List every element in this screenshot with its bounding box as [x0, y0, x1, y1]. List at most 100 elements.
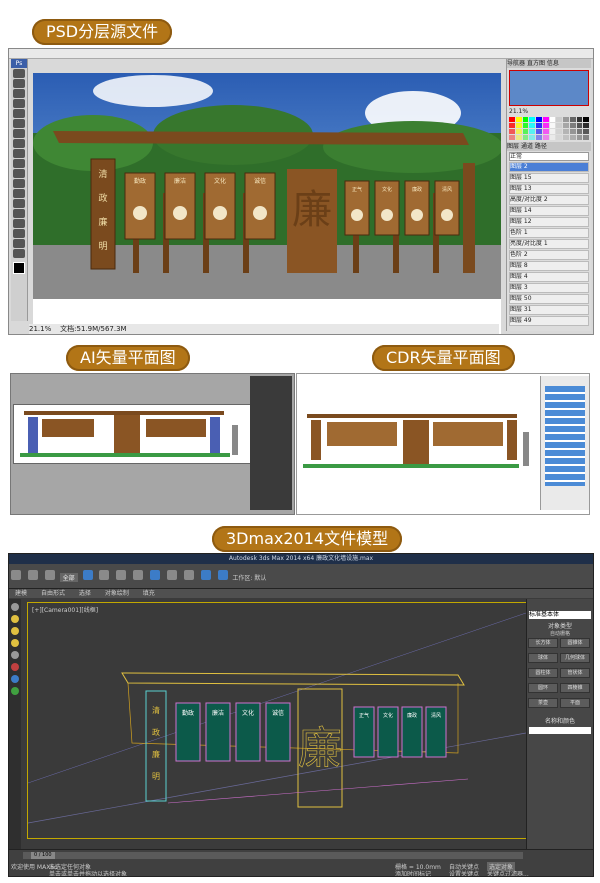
color-swatch[interactable]: [583, 123, 589, 128]
color-swatch[interactable]: [549, 117, 556, 122]
primitive-button[interactable]: 圆环: [528, 683, 558, 693]
foreground-color-icon[interactable]: [13, 262, 25, 274]
color-swatch[interactable]: [563, 123, 569, 128]
ribbon-tab-object-paint[interactable]: 对象绘制: [105, 590, 129, 597]
primitive-button[interactable]: 四棱锥: [560, 683, 590, 693]
primitive-button[interactable]: 圆柱体: [528, 668, 558, 678]
blur-tool-icon[interactable]: [13, 179, 25, 188]
cdr-object-manager[interactable]: [540, 376, 589, 510]
primitive-button[interactable]: 平面: [560, 698, 590, 708]
snap-icon[interactable]: [150, 570, 161, 580]
text-tool-icon[interactable]: [13, 209, 25, 218]
color-swatch[interactable]: [529, 117, 535, 122]
color-swatch[interactable]: [509, 117, 515, 122]
color-swatch[interactable]: [522, 117, 529, 122]
color-swatch[interactable]: [576, 123, 583, 128]
color-swatch[interactable]: [536, 135, 542, 140]
tab-navigator[interactable]: 导航器: [507, 60, 525, 67]
color-swatch[interactable]: [529, 123, 535, 128]
color-swatch[interactable]: [563, 129, 569, 134]
navigator-thumbnail[interactable]: [509, 70, 589, 106]
primitive-button[interactable]: 几何球体: [560, 653, 590, 663]
selection-filter[interactable]: 全部: [59, 573, 78, 582]
wand-tool-icon[interactable]: [13, 99, 25, 108]
color-swatch[interactable]: [509, 123, 515, 128]
layer-row[interactable]: 色阶 2: [509, 250, 589, 260]
blend-mode-select[interactable]: 正常: [509, 152, 589, 161]
layer-row[interactable]: 图层 13: [509, 184, 589, 194]
set-key-button[interactable]: 设置关键点: [449, 869, 479, 876]
layer-row[interactable]: 图层 3: [509, 283, 589, 293]
ribbon-tab-selection[interactable]: 选择: [79, 590, 91, 597]
color-swatch[interactable]: [556, 129, 562, 134]
color-swatch[interactable]: [583, 117, 589, 122]
shape-tool-icon[interactable]: [13, 229, 25, 238]
align-icon[interactable]: [183, 570, 194, 580]
color-swatch[interactable]: [583, 135, 589, 140]
primitive-button[interactable]: 圆锥体: [560, 638, 590, 648]
color-swatch[interactable]: [536, 117, 542, 122]
eraser-tool-icon[interactable]: [13, 159, 25, 168]
layer-row[interactable]: 图层 8: [509, 261, 589, 271]
link-icon[interactable]: [44, 570, 55, 580]
zoom-tool-icon[interactable]: [13, 249, 25, 258]
name-field[interactable]: [529, 727, 591, 734]
ai-layers-panel[interactable]: [250, 376, 292, 510]
auto-grid-checkbox[interactable]: 自动栅格: [527, 630, 593, 637]
color-swatch[interactable]: [536, 123, 542, 128]
light2-icon[interactable]: [11, 627, 19, 635]
brush-tool-icon[interactable]: [13, 129, 25, 138]
ps-canvas[interactable]: 清 政 廉 明 勤政 廉洁 文化 诚信 廉 正气 文化 廉政 清风: [33, 73, 501, 335]
marquee-tool-icon[interactable]: [13, 79, 25, 88]
ai-artboard[interactable]: [13, 404, 251, 464]
select-tool-icon[interactable]: [11, 603, 19, 611]
cdr-sign-drawing[interactable]: [299, 410, 539, 480]
zoom-readout[interactable]: 21.1%: [29, 325, 51, 333]
layer-row[interactable]: 图层 49: [509, 316, 589, 326]
layer-row[interactable]: 图层 12: [509, 217, 589, 227]
layer-row[interactable]: 亮度/对比度 1: [509, 239, 589, 249]
plant-icon[interactable]: [11, 687, 19, 695]
layer-row[interactable]: 图层 31: [509, 305, 589, 315]
render-icon[interactable]: [217, 570, 228, 580]
nav-zoom[interactable]: 21.1%: [509, 108, 591, 115]
color-swatch[interactable]: [515, 129, 522, 134]
color-swatch[interactable]: [515, 123, 522, 128]
primitive-type-select[interactable]: 标准基本体: [529, 611, 591, 619]
frame-counter[interactable]: 0 / 100: [31, 852, 55, 859]
lasso-tool-icon[interactable]: [13, 89, 25, 98]
color-swatch[interactable]: [515, 135, 522, 140]
primitive-button[interactable]: 管状体: [560, 668, 590, 678]
color-swatch[interactable]: [569, 117, 576, 122]
color-swatch[interactable]: [576, 117, 583, 122]
color-swatch[interactable]: [563, 135, 569, 140]
paint-icon[interactable]: [11, 663, 19, 671]
ribbon-tab-modeling[interactable]: 建模: [15, 590, 27, 597]
tab-histogram[interactable]: 直方图: [527, 60, 545, 67]
move-icon[interactable]: [99, 570, 110, 580]
camera-viewport[interactable]: [+][Camera001][线框] 清 政 廉 明 勤政 廉洁 文化 诚信 廉: [27, 602, 527, 839]
redo-icon[interactable]: [27, 570, 38, 580]
color-swatch[interactable]: [569, 135, 576, 140]
scale-icon[interactable]: [133, 570, 144, 580]
layer-row[interactable]: 图层 15: [509, 173, 589, 183]
timeline-slider[interactable]: 0 / 100: [23, 852, 523, 859]
viewport-label[interactable]: [+][Camera001][线框]: [32, 605, 98, 614]
layer-row[interactable]: 图层 14: [509, 206, 589, 216]
layer-row[interactable]: 高度/对比度 2: [509, 195, 589, 205]
layer-row[interactable]: 色阶 1: [509, 228, 589, 238]
color-swatch[interactable]: [556, 117, 562, 122]
color-swatch[interactable]: [556, 135, 562, 140]
color-swatch[interactable]: [522, 123, 529, 128]
object-type-header[interactable]: 对象类型: [527, 621, 593, 630]
dodge-tool-icon[interactable]: [13, 189, 25, 198]
color-swatch[interactable]: [569, 123, 576, 128]
color-swatch[interactable]: [563, 117, 569, 122]
tab-layers[interactable]: 图层: [507, 143, 519, 150]
layer-row[interactable]: 图层 50: [509, 294, 589, 304]
color-swatch[interactable]: [576, 129, 583, 134]
color-swatch[interactable]: [509, 135, 515, 140]
light-icon[interactable]: [11, 615, 19, 623]
workspace-label[interactable]: 工作区: 默认: [232, 573, 266, 582]
color-swatch[interactable]: [509, 129, 515, 134]
